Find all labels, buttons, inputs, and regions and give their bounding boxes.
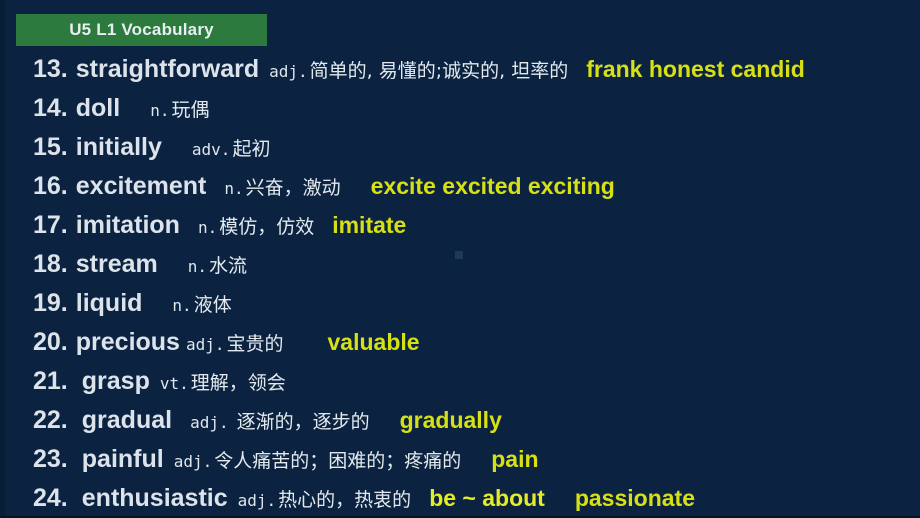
vocab-row: 23. painful adj. 令人痛苦的；困难的；疼痛的 pain bbox=[0, 445, 920, 484]
vocab-definition: 水流 bbox=[209, 255, 248, 277]
vocab-number: 18. bbox=[33, 250, 68, 278]
vocab-synonyms: excite excited exciting bbox=[370, 173, 615, 199]
vocab-definition: 起初 bbox=[232, 138, 271, 160]
vocab-part-of-speech: vt. bbox=[159, 374, 189, 393]
vocab-definition: 模仿，仿效 bbox=[219, 216, 315, 238]
vocab-part-of-speech: adj. bbox=[173, 452, 213, 471]
vocab-definition: 液体 bbox=[193, 294, 232, 316]
vocab-part-of-speech: n. bbox=[150, 101, 170, 120]
vocab-word: painful bbox=[81, 445, 164, 473]
vocab-part-of-speech: adv. bbox=[191, 140, 231, 159]
vocab-row: 19. liquid n. 液体 bbox=[0, 289, 920, 328]
vocab-definition: 理解，领会 bbox=[190, 372, 286, 394]
vocab-row: 17. imitation n. 模仿，仿效 imitate bbox=[0, 211, 920, 250]
vocab-part-of-speech: adj. bbox=[185, 335, 225, 354]
vocab-synonyms: pain bbox=[491, 446, 539, 472]
vocab-word: stream bbox=[75, 250, 158, 278]
vocab-word: straightforward bbox=[75, 55, 260, 83]
vocab-collocation: be ~ about bbox=[429, 485, 545, 511]
vocab-row: 13. straightforward adj. 简单的, 易懂的;诚实的, 坦… bbox=[0, 55, 920, 94]
vocab-part-of-speech: n. bbox=[187, 257, 208, 276]
vocab-number: 19. bbox=[33, 289, 68, 317]
vocab-row: 14. doll n. 玩偶 bbox=[0, 94, 920, 133]
title-badge-label: U5 L1 Vocabulary bbox=[69, 20, 214, 39]
vocab-row: 16. excitement n. 兴奋，激动 excite excited e… bbox=[0, 172, 920, 211]
vocab-word: initially bbox=[75, 133, 162, 161]
vocab-part-of-speech: adj. bbox=[269, 62, 308, 81]
vocab-word: gradual bbox=[81, 406, 173, 434]
vocab-part-of-speech: n. bbox=[197, 218, 218, 237]
vocabulary-list: 13. straightforward adj. 简单的, 易懂的;诚实的, 坦… bbox=[0, 55, 920, 518]
vocab-number: 23. bbox=[33, 445, 68, 473]
vocab-definition: 令人痛苦的；困难的；疼痛的 bbox=[214, 450, 462, 472]
vocab-row: 20. precious adj. 宝贵的 valuable bbox=[0, 328, 920, 367]
vocab-row: 24. enthusiastic adj. 热心的，热衷的 be ~ about… bbox=[0, 484, 920, 518]
vocab-number: 13. bbox=[33, 55, 68, 83]
vocab-definition: 宝贵的 bbox=[226, 333, 284, 355]
vocab-word: enthusiastic bbox=[81, 484, 228, 512]
vocab-part-of-speech: adj. bbox=[237, 491, 277, 510]
vocab-word: grasp bbox=[81, 367, 150, 395]
vocabulary-slide: U5 L1 Vocabulary 13. straightforward adj… bbox=[0, 0, 920, 518]
vocab-synonyms: valuable bbox=[327, 329, 420, 355]
vocab-number: 16. bbox=[33, 172, 68, 200]
vocab-number: 15. bbox=[33, 133, 68, 161]
vocab-part-of-speech: adj. bbox=[190, 413, 229, 432]
vocab-definition: 玩偶 bbox=[171, 99, 210, 121]
slide-artifact-marker bbox=[455, 251, 463, 259]
vocab-number: 14. bbox=[33, 94, 68, 122]
vocab-number: 22. bbox=[33, 406, 68, 434]
vocab-synonyms: passionate bbox=[574, 485, 695, 511]
vocab-part-of-speech: n. bbox=[172, 296, 192, 315]
vocab-definition: 简单的, 易懂的;诚实的, 坦率的 bbox=[309, 60, 569, 82]
vocab-word: precious bbox=[75, 328, 180, 356]
vocab-synonyms: frank honest candid bbox=[586, 56, 805, 82]
vocab-part-of-speech: n. bbox=[224, 179, 244, 198]
vocab-definition: 热心的，热衷的 bbox=[278, 489, 412, 511]
vocab-synonyms: imitate bbox=[332, 212, 407, 238]
vocab-row: 22. gradual adj. 逐渐的，逐步的 gradually bbox=[0, 406, 920, 445]
vocab-number: 20. bbox=[33, 328, 68, 356]
vocab-number: 17. bbox=[33, 211, 68, 239]
vocab-synonyms: gradually bbox=[399, 407, 502, 433]
vocab-word: liquid bbox=[75, 289, 143, 317]
vocab-row: 15. initially adv. 起初 bbox=[0, 133, 920, 172]
vocab-number: 24. bbox=[33, 484, 68, 512]
vocab-definition: 兴奋，激动 bbox=[245, 177, 341, 199]
vocab-word: doll bbox=[75, 94, 121, 122]
vocab-number: 21. bbox=[33, 367, 68, 395]
vocab-row: 21. grasp vt. 理解，领会 bbox=[0, 367, 920, 406]
vocab-word: imitation bbox=[75, 211, 180, 239]
vocab-definition: 逐渐的，逐步的 bbox=[236, 411, 370, 433]
vocab-word: excitement bbox=[75, 172, 207, 200]
title-badge: U5 L1 Vocabulary bbox=[16, 14, 267, 46]
